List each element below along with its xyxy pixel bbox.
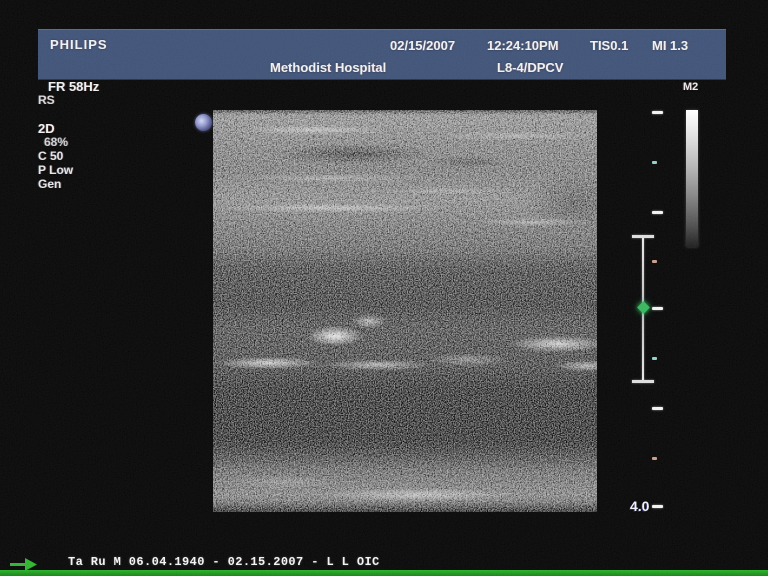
depth-tick xyxy=(652,307,663,310)
ultrasound-image xyxy=(213,110,597,512)
res-speed-label: RS xyxy=(38,93,55,107)
depth-tick xyxy=(652,161,657,164)
grayscale-map-label: M2 xyxy=(683,81,698,93)
ultrasound-screen: PHILIPS 02/15/2007 12:24:10PM TIS0.1 MI … xyxy=(0,0,768,576)
depth-tick xyxy=(652,407,663,410)
philips-logo: PHILIPS xyxy=(50,37,108,52)
gain-label: 68% xyxy=(44,135,68,149)
patient-info-text: Ta Ru M 06.04.1940 - 02.15.2007 - L L OI… xyxy=(68,555,380,569)
depth-value: 4.0 xyxy=(630,498,649,514)
focal-zone-cap-bottom xyxy=(632,380,654,383)
tis-value: TIS0.1 xyxy=(590,38,628,53)
depth-tick xyxy=(652,505,663,508)
depth-tick xyxy=(652,457,657,460)
compression-label: C 50 xyxy=(38,149,63,163)
depth-ruler xyxy=(652,0,664,576)
exam-time: 12:24:10PM xyxy=(487,38,559,53)
mode-label: 2D xyxy=(38,121,55,136)
depth-tick xyxy=(652,211,663,214)
depth-tick xyxy=(652,357,657,360)
focal-zone-cap-top xyxy=(632,235,654,238)
speckle-noise-fine xyxy=(213,110,597,512)
facility-name: Methodist Hospital xyxy=(270,60,386,75)
bottom-green-bar xyxy=(0,570,768,576)
frame-rate-label: FR 58Hz xyxy=(48,79,99,94)
grayscale-bar xyxy=(686,110,698,247)
depth-tick xyxy=(652,111,663,114)
preset-label: Gen xyxy=(38,177,61,191)
transducer-preset: L8-4/DPCV xyxy=(497,60,563,75)
top-banner: PHILIPS 02/15/2007 12:24:10PM TIS0.1 MI … xyxy=(38,29,726,80)
depth-tick xyxy=(652,260,657,263)
exam-date: 02/15/2007 xyxy=(390,38,455,53)
orientation-marker-icon xyxy=(195,114,212,131)
focal-zone-marker-icon xyxy=(637,301,650,314)
persistence-label: P Low xyxy=(38,163,73,177)
